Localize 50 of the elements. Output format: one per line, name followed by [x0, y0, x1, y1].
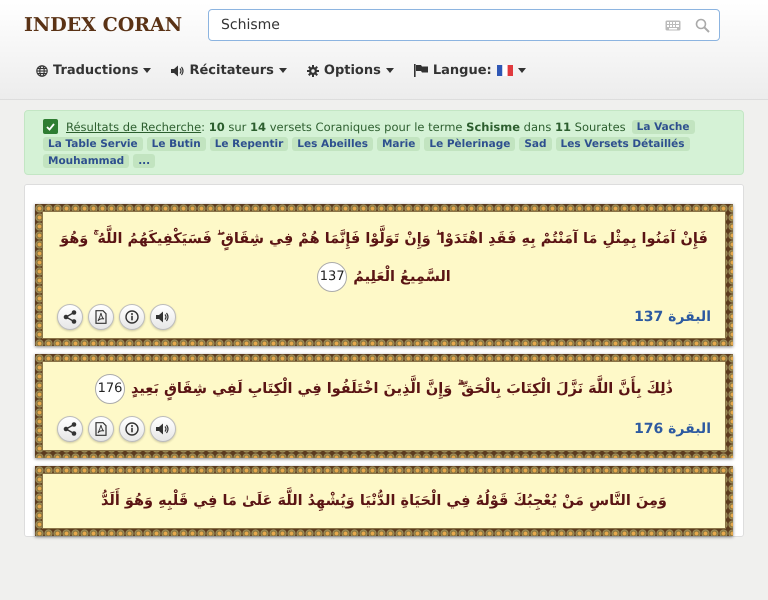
verse-reference[interactable]: البقرة 137: [634, 309, 711, 325]
nav-menu[interactable]: Langue:: [414, 63, 526, 78]
results-link[interactable]: Résultats de Recherche: [66, 120, 202, 134]
surah-tag[interactable]: Mouhammad: [43, 154, 130, 168]
info-icon: [125, 310, 139, 324]
share-icon: [63, 310, 77, 324]
nav-menu[interactable]: Traductions: [36, 63, 152, 78]
verse-text: وَمِنَ النَّاسِ مَنْ يُعْجِبُكَ قَوْلُهُ فِي الْحَيَاةِ الدُّنْيَا وَيُشْهِدُ اللَّهَ عَلَىٰ مَا فِي قَلْبِهِ وَهُوَ أَلَدُّ: [57, 482, 711, 520]
audio-button[interactable]: [150, 304, 176, 330]
surah-tag[interactable]: Marie: [376, 137, 420, 151]
site-logo[interactable]: INDEX CORAN: [24, 14, 190, 36]
verse-number: 137: [317, 262, 348, 292]
flag-icon: [414, 64, 428, 77]
caret-icon: [143, 68, 152, 73]
audio-button[interactable]: [150, 416, 176, 442]
surah-tag[interactable]: Le Butin: [146, 137, 206, 151]
caret-icon: [518, 68, 526, 73]
nav-menu[interactable]: Options: [306, 63, 394, 78]
verse-reference[interactable]: البقرة 176: [634, 421, 711, 437]
pdf-file-icon: [95, 422, 107, 436]
info-button[interactable]: [119, 304, 145, 330]
pdf-file-icon: [95, 310, 107, 324]
checkbox[interactable]: [43, 119, 58, 134]
surah-tag[interactable]: La Table Servie: [43, 137, 143, 151]
surah-tag[interactable]: Les Abeilles: [292, 137, 373, 151]
french-flag-icon: [496, 65, 513, 76]
surah-tag[interactable]: ...: [133, 154, 156, 168]
info-button[interactable]: [119, 416, 145, 442]
speaker-icon: [171, 64, 184, 76]
verse-number: 176: [94, 374, 125, 404]
gear-icon: [306, 64, 319, 76]
surah-tag[interactable]: Le Pèlerinage: [424, 137, 516, 151]
speaker-icon: [156, 423, 170, 435]
checkmark-icon: [46, 122, 55, 130]
globe-icon: [36, 64, 48, 76]
caret-icon: [386, 68, 394, 73]
share-button[interactable]: [57, 416, 83, 442]
share-icon: [63, 422, 77, 436]
surah-tag[interactable]: Sad: [519, 137, 552, 151]
surah-tag[interactable]: La Vache: [632, 120, 695, 134]
pdf-button[interactable]: [88, 416, 114, 442]
results-summary: : 10 sur 14 versets Coraniques pour le terme Schisme dans 11 Sourates: [201, 120, 626, 134]
info-icon: [125, 422, 139, 436]
share-button[interactable]: [57, 304, 83, 330]
caret-icon: [278, 68, 287, 73]
pdf-button[interactable]: [88, 304, 114, 330]
nav-menu[interactable]: Récitateurs: [171, 63, 287, 78]
surah-tag[interactable]: Le Repentir: [210, 137, 288, 151]
surah-tag[interactable]: Les Versets Détaillés: [556, 137, 690, 151]
speaker-icon: [156, 311, 170, 323]
